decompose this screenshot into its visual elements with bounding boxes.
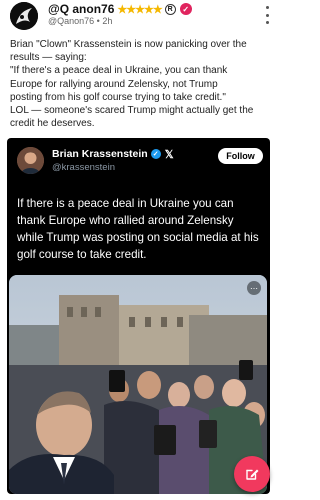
follow-button: Follow <box>218 148 263 164</box>
author-name[interactable]: @Q anon76 <box>48 2 114 16</box>
more-vertical-icon[interactable] <box>261 6 273 24</box>
embedded-author-avatar <box>17 147 44 174</box>
compose-button[interactable] <box>234 456 270 492</box>
crowd-scene-image <box>9 275 267 494</box>
compose-icon <box>246 469 259 480</box>
embedded-author-handle: @krassenstein <box>52 162 115 173</box>
embedded-video[interactable]: ⋯ <box>9 275 267 494</box>
blue-verified-icon: ✓ <box>150 149 161 159</box>
registered-badge-icon: R <box>164 3 176 15</box>
embedded-author-name: Brian Krassenstein <box>52 148 148 160</box>
author-name-row[interactable]: @Q anon76 ★★★★★ R ✓ <box>48 2 192 16</box>
x-logo-icon: 𝕏 <box>164 148 174 161</box>
verified-badge-icon: ✓ <box>179 3 192 15</box>
handle-and-time: @Qanon76 • 2h <box>48 16 113 26</box>
post-header: @Q anon76 ★★★★★ R ✓ @Qanon76 • 2h <box>8 0 273 32</box>
embedded-author-name-row: Brian Krassenstein ✓ 𝕏 <box>52 148 175 161</box>
post-body: Brian "Clown" Krassenstein is now panick… <box>10 38 272 130</box>
star-badges: ★★★★★ <box>117 3 162 16</box>
embedded-tweet-image[interactable]: Brian Krassenstein ✓ 𝕏 @krassenstein Fol… <box>7 138 270 494</box>
embedded-tweet-text: If there is a peace deal in Ukraine you … <box>17 197 259 261</box>
video-options-icon[interactable]: ⋯ <box>247 281 261 295</box>
post-text: Brian "Clown" Krassenstein is now panick… <box>10 39 254 130</box>
author-avatar[interactable] <box>10 2 38 30</box>
